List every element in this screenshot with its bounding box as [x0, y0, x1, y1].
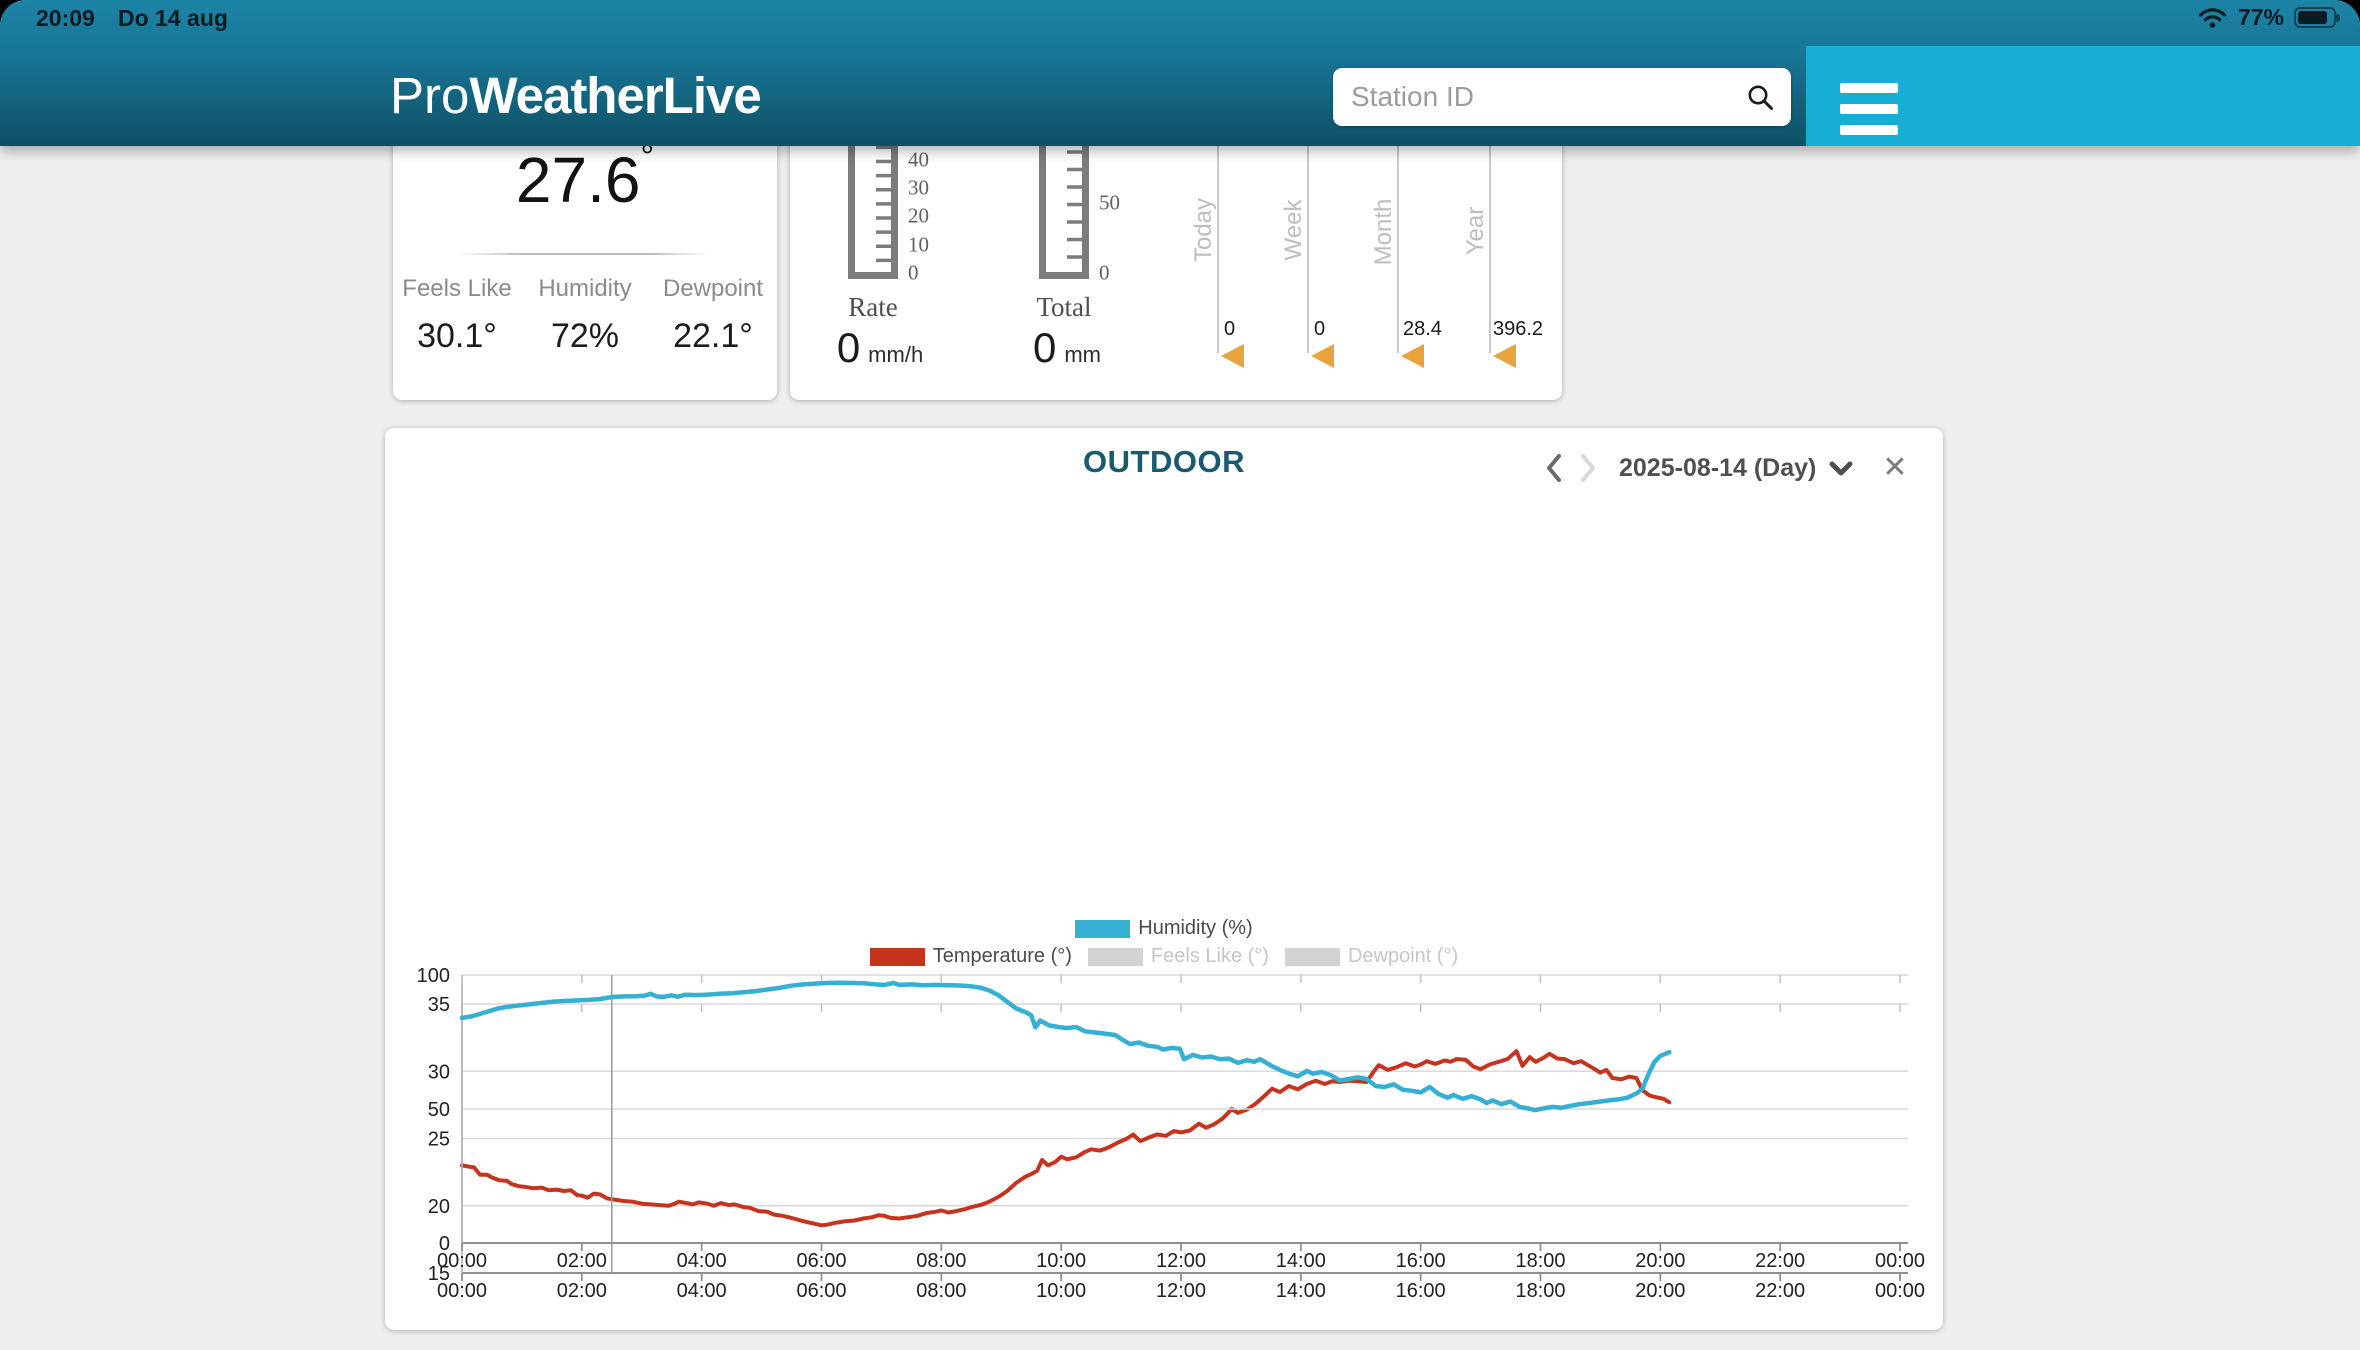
app-header: 20:09 Do 14 aug 77% ProWeatherLive	[0, 0, 2360, 146]
rate-gauge-label: Rate	[848, 292, 897, 323]
logo-weatherlive: WeatherLive	[469, 67, 760, 124]
rate-gauge-tick: 20	[908, 203, 929, 228]
svg-text:16:00: 16:00	[1396, 1250, 1446, 1272]
total-gauge-tick: 50	[1099, 190, 1120, 215]
period-label-year: Year	[1462, 207, 1490, 256]
current-temperature: 27.6°	[393, 138, 777, 217]
total-gauge-tick: 0	[1099, 260, 1110, 285]
rate-gauge-tick: 10	[908, 232, 929, 257]
wifi-icon	[2197, 6, 2228, 29]
svg-text:02:00: 02:00	[557, 1250, 607, 1272]
rate-gauge-tick: 30	[908, 175, 929, 200]
metric-feels-like: Feels Like 30.1°	[393, 275, 521, 356]
period-label-month: Month	[1370, 199, 1398, 266]
rain-total-value: 0 mm	[1033, 324, 1101, 372]
metric-value: 30.1°	[393, 317, 521, 356]
app-screen: 27.6° Feels Like 30.1° Humidity 72% Dewp…	[0, 0, 2360, 1350]
svg-text:06:00: 06:00	[796, 1250, 846, 1272]
status-time: 20:09	[36, 5, 95, 32]
station-id-input[interactable]	[1333, 81, 1745, 113]
svg-text:22:00: 22:00	[1755, 1250, 1805, 1272]
rate-gauge-tick: 40	[908, 147, 929, 172]
total-gauge-label: Total	[1036, 292, 1091, 323]
metric-label: Humidity	[521, 275, 649, 303]
legend-item[interactable]: Humidity (%)	[1075, 917, 1252, 940]
rain-rate-value: 0 mm/h	[837, 324, 923, 372]
menu-panel	[1806, 46, 2360, 146]
metric-humidity: Humidity 72%	[521, 275, 649, 356]
svg-text:18:00: 18:00	[1515, 1250, 1565, 1272]
chevron-left-icon[interactable]	[1545, 453, 1563, 483]
status-bar: 20:09 Do 14 aug 77%	[0, 0, 2360, 34]
humidity-chart-legend: Humidity (%)	[385, 917, 1943, 940]
svg-text:12:00: 12:00	[1156, 1250, 1206, 1272]
logo-pro: Pro	[390, 67, 469, 124]
svg-text:04:00: 04:00	[677, 1250, 727, 1272]
temperature-metrics-row: Feels Like 30.1° Humidity 72% Dewpoint 2…	[393, 275, 777, 356]
period-marker-icon	[1401, 344, 1424, 368]
rate-gauge-tick: 0	[908, 260, 919, 285]
period-value-year: 396.2	[1493, 318, 1543, 341]
outdoor-chart-card: OUTDOOR 2025-08-14 (Day) ✕ Temperature (…	[385, 428, 1943, 1330]
close-icon[interactable]: ✕	[1882, 453, 1907, 483]
period-marker-icon	[1493, 344, 1516, 368]
divider	[459, 253, 711, 255]
period-label-today: Today	[1190, 198, 1218, 262]
current-temperature-value: 27.6	[516, 144, 641, 216]
svg-text:20:00: 20:00	[1635, 1250, 1685, 1272]
rain-rate-unit: mm/h	[868, 342, 923, 367]
svg-text:00:00: 00:00	[437, 1250, 487, 1272]
app-logo[interactable]: ProWeatherLive	[390, 66, 761, 125]
status-date: Do 14 aug	[118, 5, 228, 32]
svg-text:100: 100	[417, 965, 450, 987]
rain-total-number: 0	[1033, 324, 1056, 371]
battery-icon	[2294, 7, 2336, 28]
chart-date-navigation: 2025-08-14 (Day) ✕	[1545, 450, 1907, 486]
period-marker-icon	[1221, 344, 1244, 368]
metric-dewpoint: Dewpoint 22.1°	[649, 275, 777, 356]
date-range-selector[interactable]: 2025-08-14 (Day)	[1619, 454, 1816, 483]
hamburger-menu-icon[interactable]	[1840, 83, 1898, 135]
metric-label: Feels Like	[393, 275, 521, 303]
svg-text:08:00: 08:00	[916, 1250, 966, 1272]
search-icon[interactable]	[1745, 82, 1775, 112]
chevron-down-icon[interactable]	[1829, 461, 1853, 476]
chevron-right-icon[interactable]	[1579, 453, 1597, 483]
svg-text:00:00: 00:00	[1875, 1250, 1925, 1272]
period-value-today: 0	[1224, 318, 1235, 341]
humidity-line-chart[interactable]: 05010000:0002:0004:0006:0008:0010:0012:0…	[385, 950, 1943, 1285]
battery-percent: 77%	[2238, 4, 2284, 31]
legend-swatch	[1075, 920, 1130, 938]
metric-value: 72%	[521, 317, 649, 356]
svg-text:14:00: 14:00	[1276, 1250, 1326, 1272]
station-search	[1333, 68, 1791, 126]
metric-value: 22.1°	[649, 317, 777, 356]
svg-text:10:00: 10:00	[1036, 1250, 1086, 1272]
rain-total-unit: mm	[1064, 342, 1101, 367]
period-marker-icon	[1311, 344, 1334, 368]
period-value-week: 0	[1314, 318, 1325, 341]
svg-text:50: 50	[428, 1099, 450, 1121]
period-label-week: Week	[1280, 200, 1308, 261]
metric-label: Dewpoint	[649, 275, 777, 303]
rain-rate-number: 0	[837, 324, 860, 371]
legend-label: Humidity (%)	[1138, 917, 1252, 940]
period-value-month: 28.4	[1403, 318, 1442, 341]
